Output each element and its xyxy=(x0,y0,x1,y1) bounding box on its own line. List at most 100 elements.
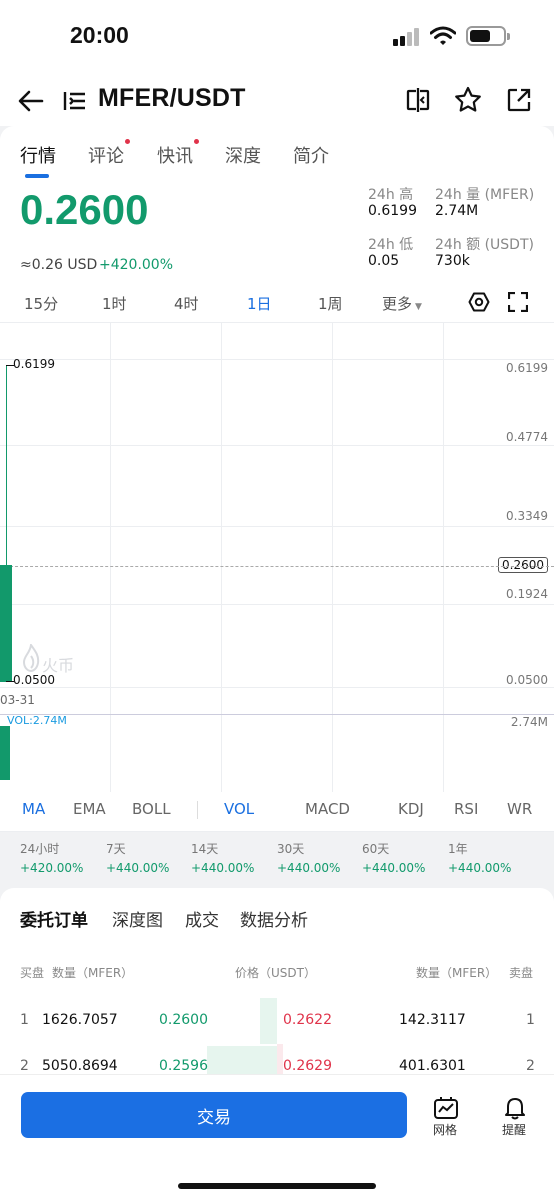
tab-market[interactable]: 行情 xyxy=(20,142,56,168)
status-time: 20:00 xyxy=(70,22,129,48)
perf-value-1y: +440.00% xyxy=(448,861,512,875)
pair-menu-icon[interactable] xyxy=(62,88,88,114)
compare-icon[interactable] xyxy=(403,85,433,115)
header-sell: 卖盘 xyxy=(509,966,534,980)
interval-1d[interactable]: 1日 xyxy=(247,293,272,314)
divider xyxy=(0,831,554,832)
row-index: 2 xyxy=(20,1058,29,1074)
header-price: 价格（USDT） xyxy=(235,966,316,980)
indicator-ema[interactable]: EMA xyxy=(73,800,106,818)
perf-value-24h: +420.00% xyxy=(20,861,84,875)
ask-qty: 401.6301 xyxy=(399,1058,466,1074)
volume-axis-label: 2.74M xyxy=(510,715,548,729)
volume-label: 24h 量 (MFER) xyxy=(435,187,535,203)
interval-1h[interactable]: 1时 xyxy=(102,293,127,314)
ask-price: 0.2629 xyxy=(283,1058,332,1074)
kline-chart[interactable]: 0.6199 0.4774 0.3349 0.2600 0.1924 0.050… xyxy=(0,322,554,792)
axis-label: 0.6199 xyxy=(506,361,548,375)
indicator-macd[interactable]: MACD xyxy=(305,800,350,818)
volume-bar xyxy=(0,726,10,780)
indicator-kdj[interactable]: KDJ xyxy=(398,800,424,818)
last-price: 0.2600 xyxy=(20,186,149,233)
row-index: 1 xyxy=(526,1012,535,1028)
candle-body xyxy=(0,565,12,682)
interval-more[interactable]: 更多 ▼ xyxy=(382,293,422,314)
candle-wick xyxy=(6,365,7,565)
huobi-logo-icon xyxy=(22,644,40,672)
current-price-tag: 0.2600 xyxy=(498,557,548,573)
bid-price: 0.2596 xyxy=(159,1058,208,1074)
home-indicator xyxy=(178,1183,376,1189)
battery-icon xyxy=(466,26,510,46)
row-index: 1 xyxy=(20,1012,29,1028)
bid-qty: 1626.7057 xyxy=(42,1012,118,1028)
interval-15m[interactable]: 15分 xyxy=(24,293,58,314)
grid-bot-icon[interactable] xyxy=(432,1096,460,1120)
perf-label-1y: 1年 xyxy=(448,842,468,856)
header-buy: 买盘 xyxy=(20,966,45,980)
usd-approx: ≈0.26 USD xyxy=(20,257,98,273)
star-icon[interactable] xyxy=(453,85,483,115)
ask-price: 0.2622 xyxy=(283,1012,332,1028)
header-bar: MFER/USDT xyxy=(0,76,554,126)
tab-orders[interactable]: 委托订单 xyxy=(20,906,88,931)
perf-value-7d: +440.00% xyxy=(106,861,170,875)
interval-1w[interactable]: 1周 xyxy=(318,293,343,314)
tab-news[interactable]: 快讯 xyxy=(157,142,193,168)
low-label: 24h 低 xyxy=(368,237,414,253)
axis-label: 0.3349 xyxy=(506,509,548,523)
perf-value-30d: +440.00% xyxy=(277,861,341,875)
axis-label: 0.4774 xyxy=(506,430,548,444)
tab-underline xyxy=(25,174,49,178)
perf-label-7d: 7天 xyxy=(106,842,126,856)
fullscreen-icon[interactable] xyxy=(508,292,528,312)
pair-title[interactable]: MFER/USDT xyxy=(98,84,246,113)
indicator-ma[interactable]: MA xyxy=(22,800,45,818)
volume-indicator-label: VOL:2.74M xyxy=(7,714,67,727)
share-icon[interactable] xyxy=(504,85,534,115)
header-qty-left: 数量（MFER） xyxy=(52,966,134,980)
bell-icon[interactable] xyxy=(501,1096,529,1120)
row-index: 2 xyxy=(526,1058,535,1074)
axis-label: 0.1924 xyxy=(506,587,548,601)
news-badge xyxy=(194,139,199,144)
amount-label: 24h 额 (USDT) xyxy=(435,237,534,253)
bid-qty: 5050.8694 xyxy=(42,1058,118,1074)
high-label: 24h 高 xyxy=(368,187,414,203)
perf-label-60d: 60天 xyxy=(362,842,390,856)
interval-4h[interactable]: 4时 xyxy=(174,293,199,314)
tab-intro[interactable]: 简介 xyxy=(293,142,329,168)
indicator-rsi[interactable]: RSI xyxy=(454,800,478,818)
alert-label: 提醒 xyxy=(502,1123,527,1137)
grid-label: 网格 xyxy=(433,1123,458,1137)
comments-badge xyxy=(125,139,130,144)
low-value: 0.05 xyxy=(368,253,400,269)
interval-more-label: 更多 xyxy=(382,295,413,313)
back-arrow-icon[interactable] xyxy=(16,86,46,116)
indicator-boll[interactable]: BOLL xyxy=(132,800,171,818)
tab-depth-chart[interactable]: 深度图 xyxy=(112,906,163,931)
settings-icon[interactable] xyxy=(468,291,490,313)
indicator-vol[interactable]: VOL xyxy=(224,800,254,818)
watermark: 火币 xyxy=(42,656,75,675)
status-bar: 20:00 xyxy=(0,0,554,76)
perf-label-14d: 14天 xyxy=(191,842,219,856)
perf-value-60d: +440.00% xyxy=(362,861,426,875)
axis-label: 0.0500 xyxy=(506,673,548,687)
wifi-icon xyxy=(430,26,456,45)
tab-depth[interactable]: 深度 xyxy=(225,142,261,168)
tab-comments[interactable]: 评论 xyxy=(88,142,124,168)
perf-label-30d: 30天 xyxy=(277,842,305,856)
caret-down-icon: ▼ xyxy=(415,302,422,312)
trade-button[interactable]: 交易 xyxy=(21,1092,407,1138)
bid-price: 0.2600 xyxy=(159,1012,208,1028)
perf-value-14d: +440.00% xyxy=(191,861,255,875)
amount-value: 730k xyxy=(435,253,470,269)
high-tag: 0.6199 xyxy=(13,357,55,371)
high-value: 0.6199 xyxy=(368,203,417,219)
indicator-wr[interactable]: WR xyxy=(507,800,532,818)
indicator-divider xyxy=(197,801,198,819)
tab-trades[interactable]: 成交 xyxy=(185,906,219,931)
tab-data-analysis[interactable]: 数据分析 xyxy=(240,906,308,931)
bid-depth-bar xyxy=(260,998,277,1044)
